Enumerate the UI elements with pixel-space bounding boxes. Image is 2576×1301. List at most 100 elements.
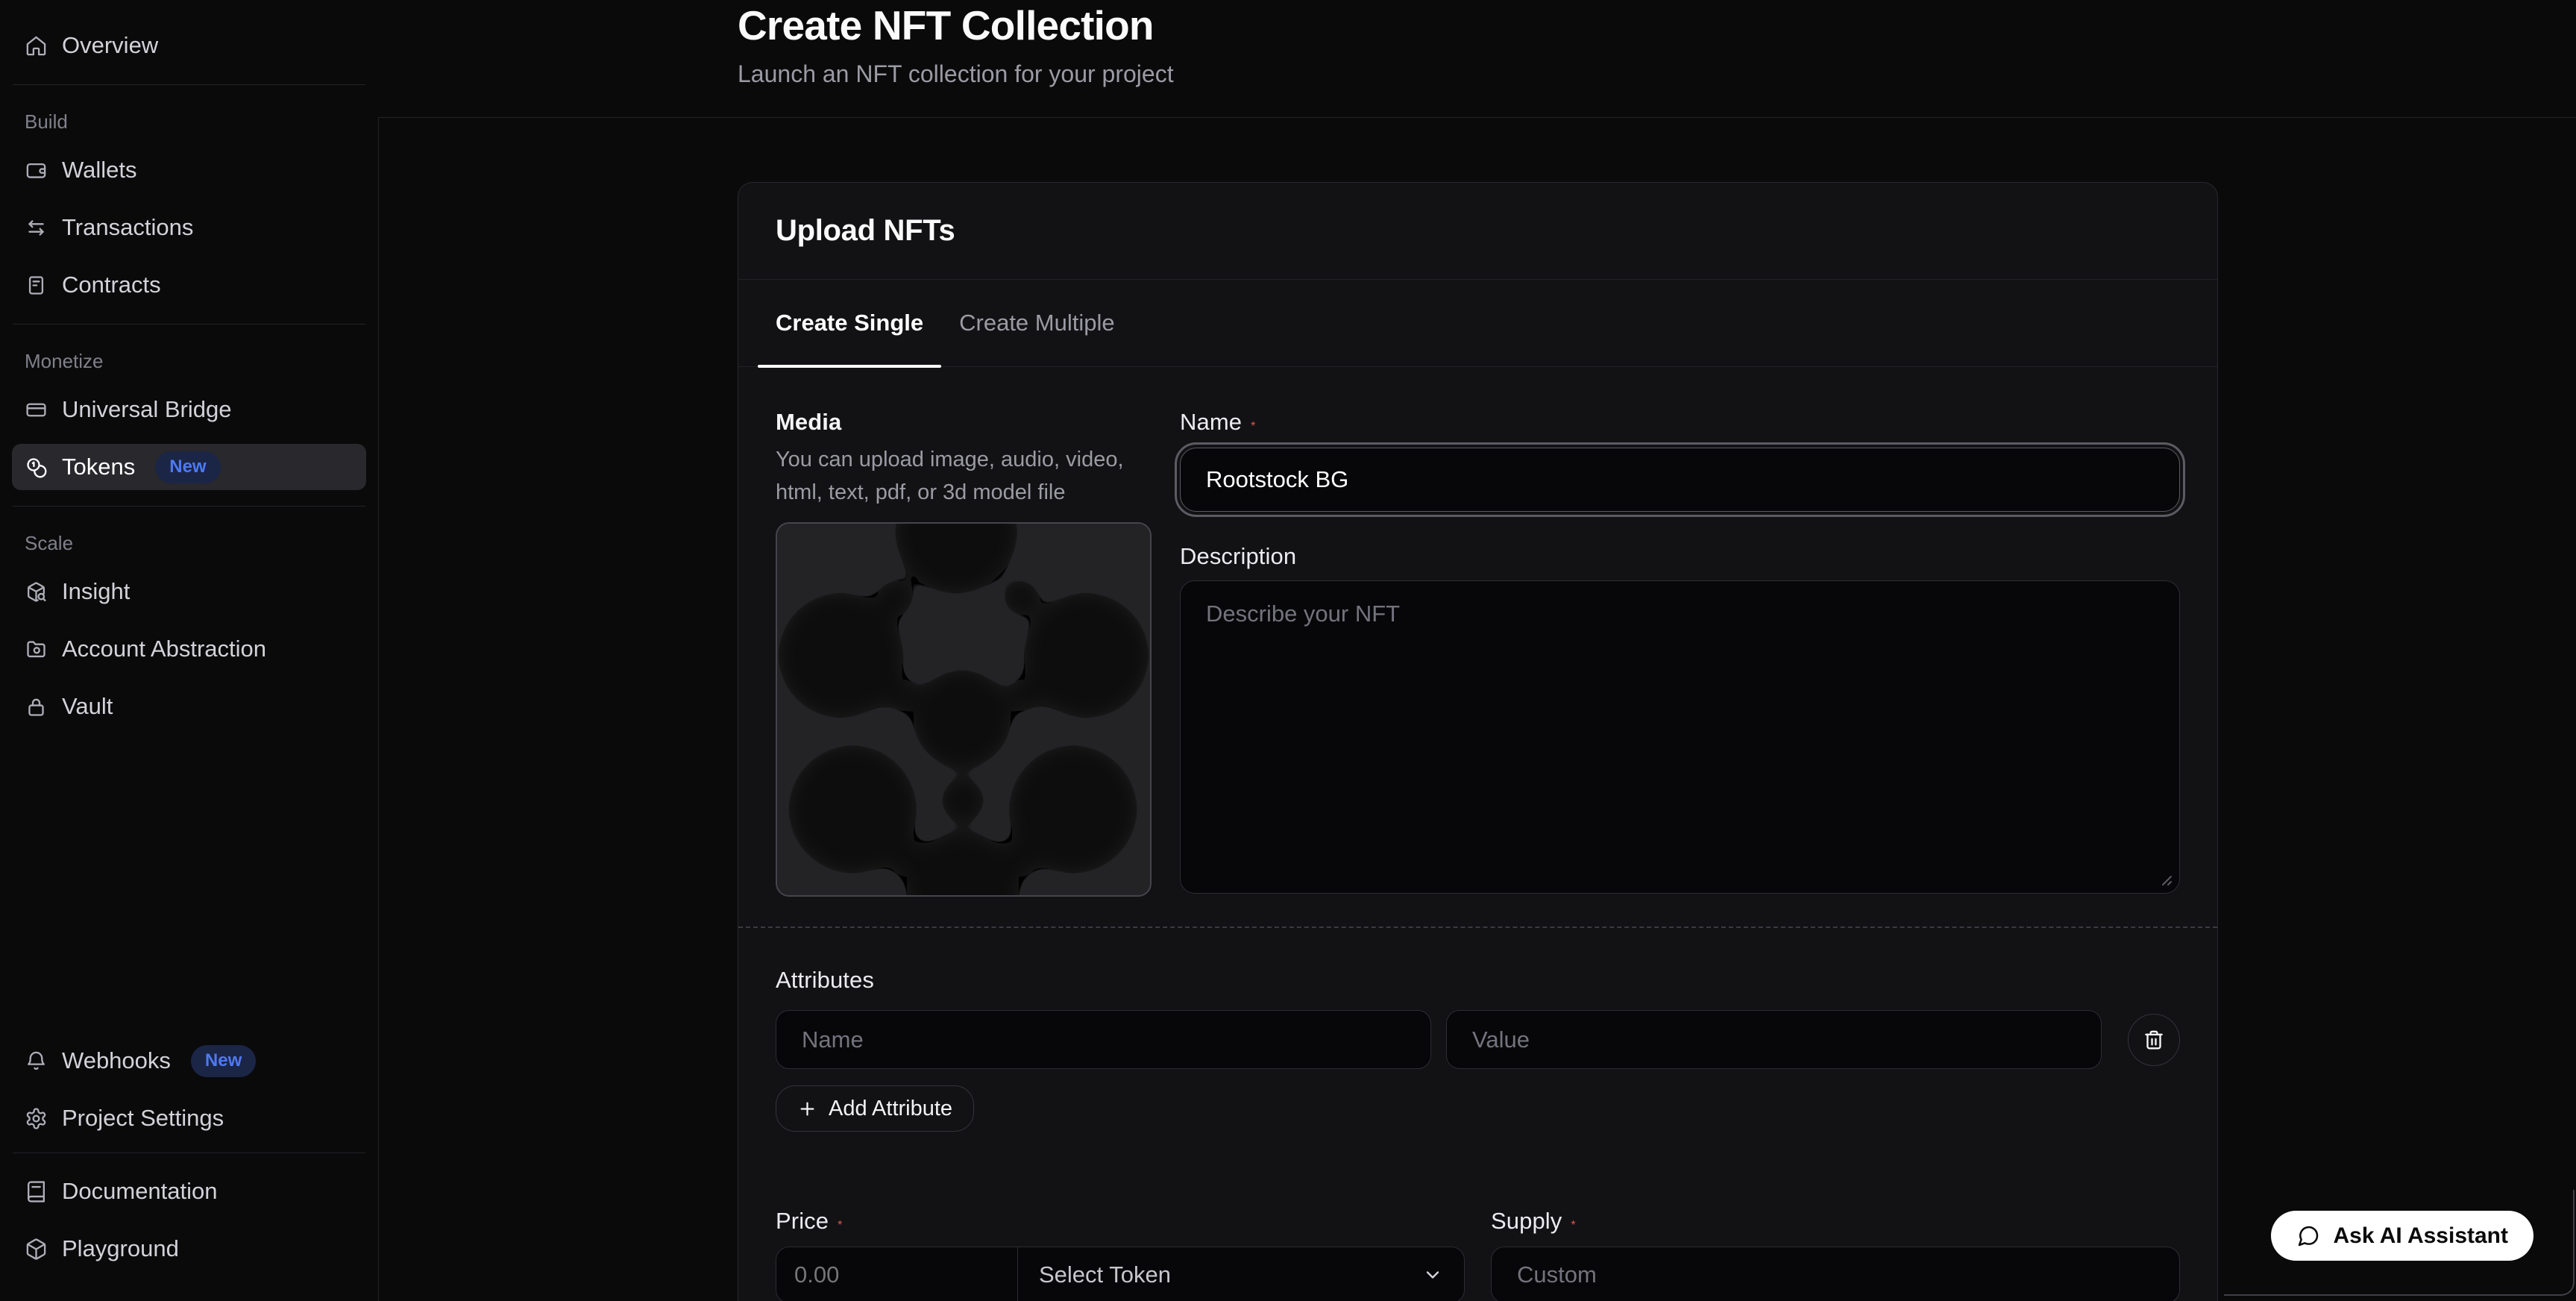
coins-icon	[25, 456, 48, 479]
supply-label: Supply	[1491, 1208, 1562, 1235]
card-title: Upload NFTs	[776, 214, 955, 247]
tab-create-single[interactable]: Create Single	[758, 280, 941, 366]
new-badge: New	[155, 451, 220, 483]
price-amount-input[interactable]	[776, 1247, 1018, 1301]
attributes-section: Attributes Add Attribute	[776, 967, 2180, 1132]
media-preview-blob-pattern	[777, 524, 1150, 895]
sidebar-item-label: Insight	[62, 578, 130, 605]
token-select-button[interactable]: Select Token	[1018, 1247, 1464, 1301]
sidebar-item-label: Vault	[62, 693, 113, 720]
sidebar-item-label: Wallets	[62, 157, 136, 184]
price-supply-row: Price * Select Token Supply *	[776, 1208, 2180, 1301]
sidebar-item-insight[interactable]: Insight	[12, 568, 366, 615]
sidebar-item-tokens[interactable]: Tokens New	[12, 444, 366, 490]
price-label: Price	[776, 1208, 829, 1235]
sidebar-spacer	[0, 741, 378, 1038]
attribute-value-input[interactable]	[1446, 1010, 2102, 1069]
sidebar-item-label: Playground	[62, 1235, 179, 1262]
sidebar-item-label: Transactions	[62, 214, 193, 241]
sidebar-item-label: Documentation	[62, 1178, 218, 1205]
description-label: Description	[1180, 543, 1296, 569]
sidebar-bottom: Webhooks New Project Settings Documentat…	[0, 1038, 378, 1301]
sidebar-item-documentation[interactable]: Documentation	[12, 1168, 366, 1214]
attributes-label: Attributes	[776, 967, 2180, 994]
home-icon	[25, 34, 48, 57]
trash-icon	[2143, 1029, 2165, 1051]
media-label: Media	[776, 409, 1152, 436]
nft-form: Media You can upload image, audio, video…	[738, 367, 2217, 1301]
main-area: Create NFT Collection Launch an NFT coll…	[378, 0, 2576, 1301]
gear-icon	[25, 1107, 48, 1130]
app-root: Overview Build Wallets Transactions Cont…	[0, 0, 2576, 1301]
new-badge: New	[191, 1045, 256, 1077]
chat-bubble-icon	[2296, 1224, 2320, 1248]
page-subtitle: Launch an NFT collection for your projec…	[738, 60, 2576, 88]
sidebar-item-universal-bridge[interactable]: Universal Bridge	[12, 386, 366, 433]
add-attribute-button[interactable]: Add Attribute	[776, 1085, 974, 1132]
sidebar-item-wallets[interactable]: Wallets	[12, 147, 366, 193]
token-select-label: Select Token	[1039, 1261, 1171, 1288]
tab-create-multiple[interactable]: Create Multiple	[941, 280, 1132, 366]
supply-field: Supply *	[1491, 1208, 2180, 1301]
resize-grip-icon[interactable]	[2156, 870, 2173, 886]
sidebar-item-contracts[interactable]: Contracts	[12, 262, 366, 308]
sidebar-item-vault[interactable]: Vault	[12, 683, 366, 730]
transactions-icon	[25, 216, 48, 239]
price-input-group: Select Token	[776, 1247, 1465, 1301]
contract-icon	[25, 274, 48, 297]
media-upload-dropzone[interactable]	[776, 522, 1152, 897]
required-marker: *	[1251, 420, 1255, 433]
sidebar-item-playground[interactable]: Playground	[12, 1226, 366, 1272]
media-hint: You can upload image, audio, video, html…	[776, 443, 1134, 509]
attribute-row	[776, 1010, 2180, 1069]
name-input[interactable]	[1180, 448, 2180, 512]
attribute-name-input[interactable]	[776, 1010, 1431, 1069]
media-section: Media You can upload image, audio, video…	[776, 409, 1152, 897]
sidebar-item-label: Overview	[62, 32, 158, 59]
supply-input[interactable]	[1491, 1247, 2180, 1301]
sidebar-item-webhooks[interactable]: Webhooks New	[12, 1038, 366, 1084]
sidebar-item-overview[interactable]: Overview	[12, 22, 366, 69]
cube-search-icon	[25, 580, 48, 604]
sidebar-item-label: Contracts	[62, 272, 161, 298]
details-section: Name * Description	[1180, 409, 2180, 897]
ask-ai-assistant-label: Ask AI Assistant	[2333, 1223, 2508, 1249]
bell-icon	[25, 1050, 48, 1073]
plus-icon	[797, 1099, 817, 1119]
ask-ai-assistant-button[interactable]: Ask AI Assistant	[2271, 1211, 2533, 1261]
page-content: Upload NFTs Create Single Create Multipl…	[378, 118, 2576, 1301]
sidebar-item-label: Account Abstraction	[62, 636, 266, 662]
tab-bar: Create Single Create Multiple	[738, 280, 2217, 367]
sidebar: Overview Build Wallets Transactions Cont…	[0, 0, 378, 1301]
required-marker: *	[838, 1219, 842, 1232]
delete-attribute-button[interactable]	[2128, 1014, 2180, 1066]
sidebar-item-transactions[interactable]: Transactions	[12, 204, 366, 251]
add-attribute-label: Add Attribute	[829, 1097, 952, 1121]
page-header: Create NFT Collection Launch an NFT coll…	[378, 0, 2576, 118]
section-divider-dashed	[738, 927, 2217, 928]
sidebar-divider	[13, 84, 365, 85]
required-marker: *	[1571, 1219, 1575, 1232]
sidebar-item-label: Tokens	[62, 454, 135, 480]
upload-nfts-card: Upload NFTs Create Single Create Multipl…	[738, 182, 2218, 1301]
cube-icon	[25, 1238, 48, 1261]
sidebar-item-label: Project Settings	[62, 1105, 224, 1132]
sidebar-section-build: Build	[25, 110, 378, 134]
sidebar-divider	[13, 506, 365, 507]
sidebar-section-monetize: Monetize	[25, 350, 378, 373]
book-icon	[25, 1180, 48, 1203]
card-header: Upload NFTs	[738, 183, 2217, 280]
sidebar-item-project-settings[interactable]: Project Settings	[12, 1095, 366, 1141]
lock-icon	[25, 695, 48, 718]
sidebar-item-label: Webhooks	[62, 1047, 171, 1074]
description-textarea[interactable]	[1180, 580, 2180, 894]
chevron-down-icon	[1422, 1264, 1443, 1285]
sidebar-divider	[13, 324, 365, 325]
sidebar-item-account-abstraction[interactable]: Account Abstraction	[12, 626, 366, 672]
wallet-icon	[25, 159, 48, 182]
page-title: Create NFT Collection	[738, 0, 2576, 49]
name-label: Name	[1180, 409, 1242, 435]
sidebar-item-label: Universal Bridge	[62, 396, 231, 423]
sidebar-section-scale: Scale	[25, 532, 378, 555]
folder-icon	[25, 638, 48, 661]
